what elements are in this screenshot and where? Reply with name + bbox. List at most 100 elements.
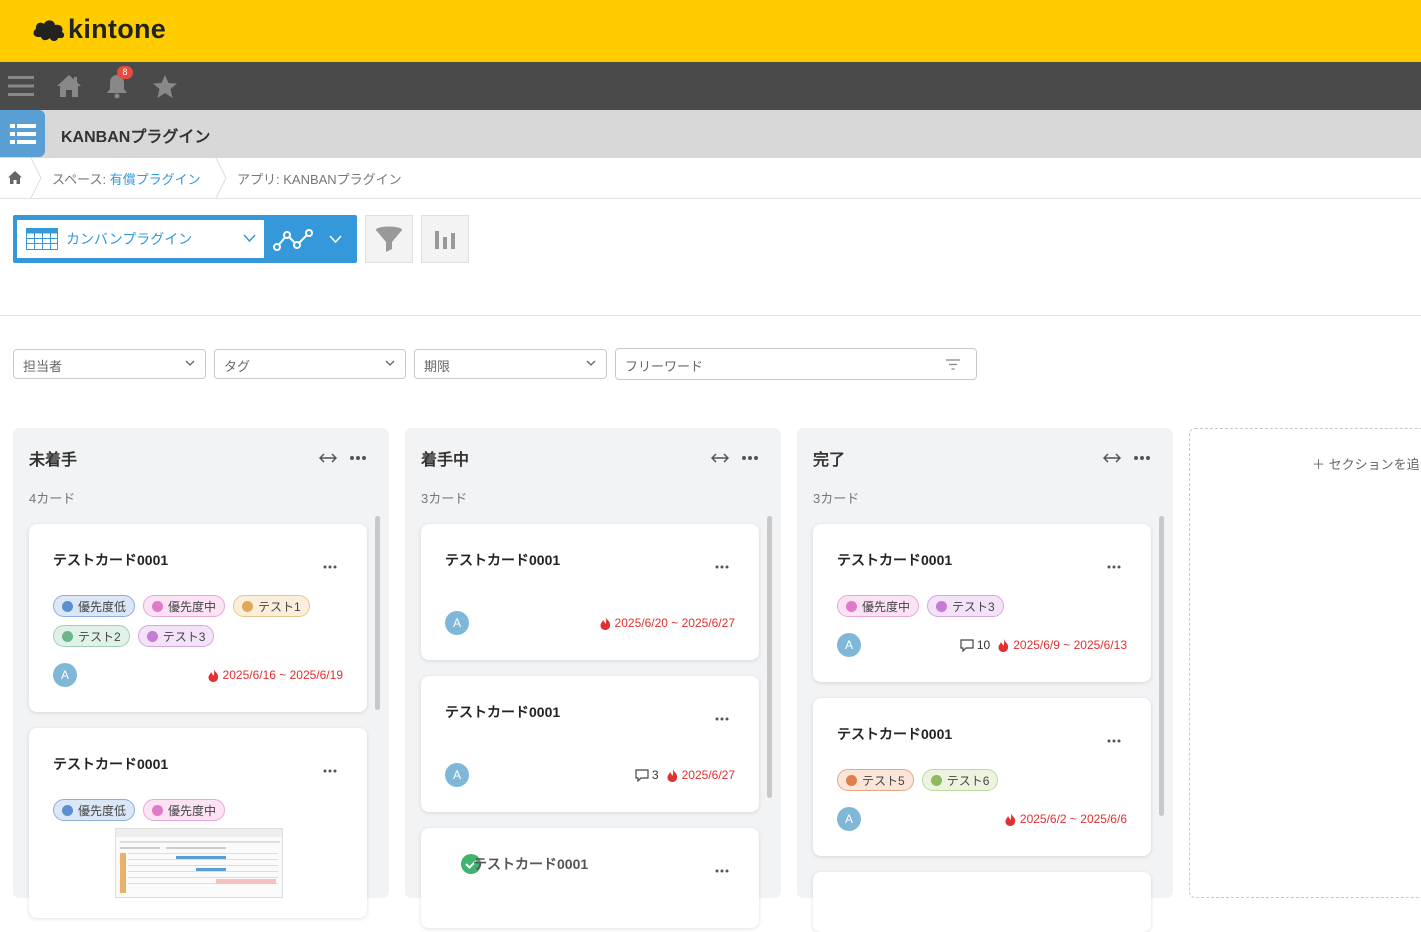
tag: テスト6 (921, 769, 999, 791)
more-icon[interactable] (715, 858, 729, 877)
card-title: テストカード0001 (473, 856, 589, 872)
scrollbar[interactable] (767, 516, 772, 798)
view-dropdown[interactable]: カンバンプラグイン (17, 220, 264, 258)
tag: 優先度低 (53, 799, 136, 821)
resize-icon[interactable] (710, 448, 730, 467)
card-date: 2025/6/9 ~ 2025/6/13 (1013, 638, 1127, 652)
breadcrumb-space-prefix: スペース: (52, 172, 110, 187)
kanban-card[interactable] (813, 872, 1151, 932)
avatar: A (837, 807, 861, 831)
breadcrumb-separator-icon (215, 158, 227, 198)
graph-button[interactable] (421, 215, 469, 263)
card-meta: 10 2025/6/9 ~ 2025/6/13 (960, 638, 1127, 652)
freeword-input[interactable]: フリーワード (615, 348, 977, 380)
breadcrumb-space-link[interactable]: 有償プラグイン (110, 172, 201, 187)
more-icon[interactable] (715, 706, 729, 725)
app-title: KANBANプラグイン (61, 129, 211, 146)
tag: テスト3 (927, 595, 1004, 617)
card-date: 2025/6/20 ~ 2025/6/27 (614, 616, 735, 630)
kintone-logo[interactable]: kintone (32, 14, 166, 45)
top-bar: kintone (0, 0, 1421, 62)
more-icon[interactable] (1107, 728, 1121, 747)
scrollbar[interactable] (375, 516, 380, 710)
bar-chart-icon (435, 231, 455, 249)
line-graph-icon (273, 229, 342, 251)
card-date: 2025/6/16 ~ 2025/6/19 (222, 668, 343, 682)
graph-view-button[interactable] (273, 225, 353, 255)
resize-icon[interactable] (1102, 448, 1122, 467)
view-selector: カンバンプラグイン (13, 215, 357, 263)
more-icon[interactable] (715, 554, 729, 573)
breadcrumb-home-icon[interactable] (8, 171, 22, 187)
scrollbar[interactable] (1159, 516, 1164, 816)
card-title: テストカード0001 (837, 552, 953, 568)
fire-icon (998, 638, 1009, 652)
deadline-filter-label: 期限 (424, 359, 451, 374)
freeword-placeholder: フリーワード (625, 359, 704, 374)
tag: テスト2 (53, 625, 130, 647)
funnel-icon (376, 226, 402, 252)
card-meta: 2025/6/20 ~ 2025/6/27 (600, 616, 735, 630)
kanban-card[interactable]: テストカード0001 A 2025/6/20 ~ 2025/6/27 (421, 524, 759, 660)
column-card-count: 3カード (813, 491, 860, 506)
comment-count: 3 (651, 768, 659, 782)
more-icon[interactable] (323, 554, 337, 573)
tag: テスト5 (837, 769, 914, 791)
card-meta: 3 2025/6/27 (635, 768, 735, 782)
home-icon[interactable] (55, 72, 83, 100)
logo-text: kintone (68, 14, 167, 44)
tag-list: テスト5 テスト6 (837, 769, 1137, 791)
column-title: 着手中 (421, 452, 470, 469)
more-icon[interactable] (1107, 554, 1121, 573)
attachment-thumbnail[interactable] (115, 828, 283, 898)
breadcrumb-app: アプリ: KANBANプラグイン (237, 172, 402, 187)
kanban-card[interactable]: テストカード0001 優先度低 優先度中 テスト1 テスト2 テスト3 A 20… (29, 524, 367, 712)
chevron-down-icon (243, 234, 256, 242)
table-view-icon (26, 228, 58, 250)
avatar: A (445, 611, 469, 635)
menu-icon[interactable] (7, 72, 35, 100)
comment-count: 10 (976, 638, 991, 652)
kanban-card[interactable]: テストカード0001 優先度低 優先度中 (29, 728, 367, 918)
card-title: テストカード0001 (445, 552, 561, 568)
avatar: A (445, 763, 469, 787)
more-icon[interactable] (323, 758, 337, 777)
tag-list: 優先度低 優先度中 (53, 799, 353, 821)
chevron-down-icon (586, 360, 596, 366)
card-date: 2025/6/2 ~ 2025/6/6 (1019, 812, 1127, 826)
breadcrumb: スペース: 有償プラグイン アプリ: KANBANプラグイン (0, 158, 1421, 199)
avatar: A (53, 663, 77, 687)
fire-icon (208, 668, 218, 682)
resize-icon[interactable] (318, 448, 338, 467)
deadline-filter[interactable]: 期限 (414, 349, 607, 379)
kanban-card[interactable]: テストカード0001 A 3 2025/6/27 (421, 676, 759, 812)
assignee-filter[interactable]: 担当者 (13, 349, 206, 379)
breadcrumb-separator-icon (30, 158, 42, 198)
tag: テスト3 (137, 625, 215, 647)
kanban-card[interactable]: テストカード0001 優先度中 テスト3 A 10 2025/6/9 ~ 202… (813, 524, 1151, 682)
add-section-label[interactable]: ＋ セクションを追 (1312, 454, 1420, 473)
more-icon[interactable] (741, 448, 759, 467)
filter-lines-icon (946, 359, 960, 370)
card-date: 2025/6/27 (681, 768, 735, 782)
tag-filter[interactable]: タグ (214, 349, 406, 379)
tag: テスト1 (233, 595, 310, 617)
app-list-icon[interactable] (0, 110, 45, 157)
card-meta: 2025/6/2 ~ 2025/6/6 (1005, 812, 1127, 826)
fire-icon (1005, 812, 1016, 826)
more-icon[interactable] (1133, 448, 1151, 467)
tag: 優先度中 (143, 595, 226, 617)
kanban-card[interactable]: テストカード0001 テスト5 テスト6 A 2025/6/2 ~ 2025/6… (813, 698, 1151, 856)
comment-icon (635, 768, 649, 782)
notification-badge: 8 (117, 66, 133, 79)
chevron-down-icon (385, 360, 395, 366)
filter-button[interactable] (365, 215, 413, 263)
kanban-card[interactable]: テストカード0001 (421, 828, 759, 928)
star-icon[interactable] (151, 72, 179, 100)
tag-list: 優先度低 優先度中 テスト1 テスト2 テスト3 (53, 595, 353, 647)
tag: 優先度中 (143, 799, 226, 821)
add-section-area[interactable]: ＋ セクションを追 (1189, 428, 1421, 898)
more-icon[interactable] (349, 448, 367, 467)
card-title: テストカード0001 (53, 756, 169, 772)
app-header: KANBANプラグイン (0, 110, 1421, 158)
